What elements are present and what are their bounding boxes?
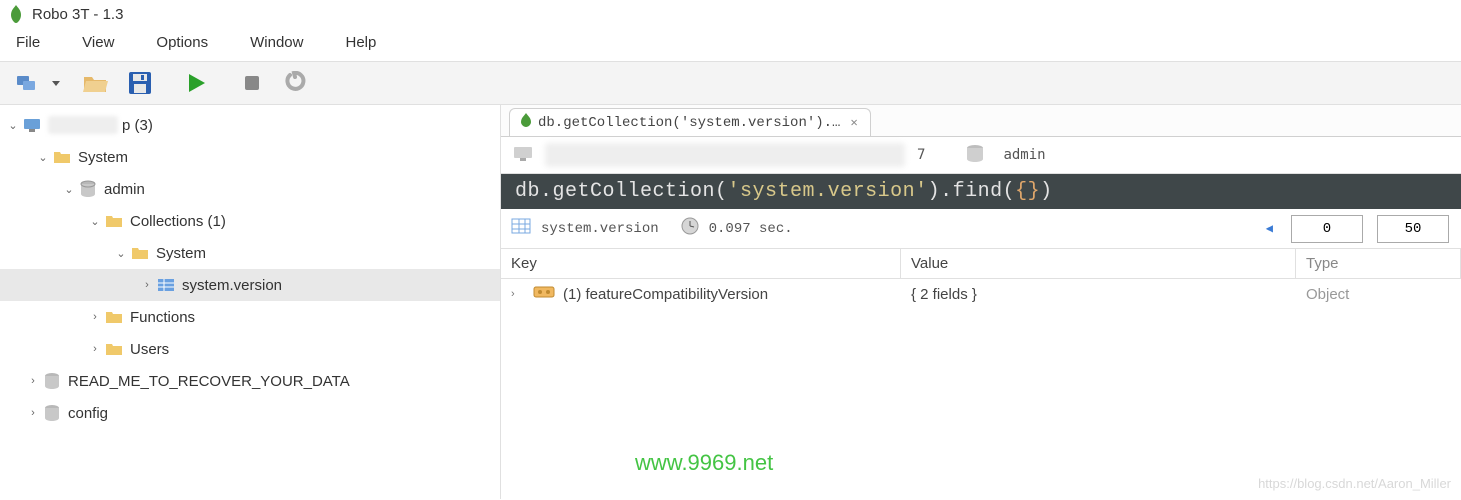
folder-icon	[130, 243, 150, 263]
connect-dropdown-icon[interactable]	[52, 81, 60, 86]
tree-node-collections[interactable]: ⌄ Collections (1)	[0, 205, 500, 237]
tree-node-users[interactable]: › Users	[0, 333, 500, 365]
folder-icon	[104, 339, 124, 359]
menu-bar: File View Options Window Help	[0, 28, 1461, 61]
tree-label: system.version	[182, 277, 282, 294]
query-bar[interactable]: db.getCollection('system.version').find(…	[501, 174, 1461, 209]
tree-node-system-inner[interactable]: ⌄ System	[0, 237, 500, 269]
toolbar	[0, 61, 1461, 105]
chevron-down-icon[interactable]: ⌄	[86, 212, 104, 230]
redacted-host-wide	[545, 143, 905, 167]
page-start-input[interactable]	[1291, 215, 1363, 243]
header-value: Value	[901, 249, 1296, 278]
tree-label: Collections (1)	[130, 213, 226, 230]
page-size-input[interactable]	[1377, 215, 1449, 243]
query-text: ).find(	[928, 180, 1016, 203]
host-small-icon	[513, 146, 533, 165]
collection-icon	[156, 275, 176, 295]
tree-node-readme-db[interactable]: › READ_ME_TO_RECOVER_YOUR_DATA	[0, 365, 500, 397]
content-panel: db.getCollection('system.version').… ✕ 7…	[500, 105, 1461, 499]
tree-node-admin[interactable]: ⌄ admin	[0, 173, 500, 205]
chevron-right-icon[interactable]: ›	[86, 340, 104, 358]
chevron-down-icon[interactable]: ⌄	[112, 244, 130, 262]
tree-node-system[interactable]: ⌄ System	[0, 141, 500, 173]
info-collection: system.version	[541, 221, 659, 237]
app-icon	[6, 4, 26, 24]
query-braces: {}	[1015, 180, 1040, 203]
header-key: Key	[501, 249, 901, 278]
query-arg: 'system.version'	[728, 180, 928, 203]
chevron-down-icon[interactable]: ⌄	[60, 180, 78, 198]
menu-file[interactable]: File	[10, 32, 46, 53]
titlebar: Robo 3T - 1.3	[0, 0, 1461, 28]
object-icon	[533, 285, 555, 303]
rotate-button[interactable]	[276, 65, 316, 101]
chevron-right-icon[interactable]: ›	[24, 372, 42, 390]
tree-label: System	[78, 149, 128, 166]
folder-icon	[104, 211, 124, 231]
leaf-icon	[520, 113, 532, 132]
context-digit: 7	[917, 147, 925, 163]
tree-label: System	[156, 245, 206, 262]
connection-label: p (3)	[122, 117, 153, 134]
run-button[interactable]	[176, 65, 216, 101]
stop-button[interactable]	[232, 65, 272, 101]
chevron-down-icon[interactable]: ⌄	[34, 148, 52, 166]
tab-bar: db.getCollection('system.version').… ✕	[501, 105, 1461, 137]
tree-label: Users	[130, 341, 169, 358]
host-icon	[22, 115, 42, 135]
menu-options[interactable]: Options	[150, 32, 214, 53]
prev-page-icon[interactable]: ◀	[1260, 221, 1279, 236]
result-info-row: system.version 0.097 sec. ◀	[501, 209, 1461, 249]
grid-icon	[511, 218, 531, 239]
menu-window[interactable]: Window	[244, 32, 309, 53]
tree-label: Functions	[130, 309, 195, 326]
chevron-right-icon[interactable]: ›	[511, 288, 525, 300]
tree-node-system-version[interactable]: › system.version	[0, 269, 500, 301]
result-row[interactable]: › (1) featureCompatibilityVersion { 2 fi…	[501, 279, 1461, 309]
database-icon	[78, 179, 98, 199]
row-key: (1) featureCompatibilityVersion	[563, 286, 768, 303]
chevron-down-icon[interactable]: ⌄	[4, 116, 22, 134]
header-type: Type	[1296, 249, 1461, 278]
window-title: Robo 3T - 1.3	[32, 6, 123, 23]
database-icon	[42, 403, 62, 423]
save-button[interactable]	[120, 65, 160, 101]
info-time: 0.097 sec.	[709, 221, 793, 237]
context-row: 7 admin	[501, 137, 1461, 174]
folder-icon	[104, 307, 124, 327]
query-text: )	[1040, 180, 1053, 203]
menu-help[interactable]: Help	[339, 32, 382, 53]
tree-label: READ_ME_TO_RECOVER_YOUR_DATA	[68, 373, 350, 390]
tree-connection[interactable]: ⌄ p (3)	[0, 109, 500, 141]
tab-query[interactable]: db.getCollection('system.version').… ✕	[509, 108, 871, 136]
close-icon[interactable]: ✕	[850, 115, 857, 130]
folder-icon	[52, 147, 72, 167]
context-db: admin	[1003, 147, 1045, 163]
tree-panel: ⌄ p (3) ⌄ System ⌄ admin ⌄ Collections (…	[0, 105, 500, 499]
chevron-right-icon[interactable]: ›	[138, 276, 156, 294]
tree-node-functions[interactable]: › Functions	[0, 301, 500, 333]
open-button[interactable]	[76, 65, 116, 101]
result-header: Key Value Type	[501, 249, 1461, 279]
tree-label: config	[68, 405, 108, 422]
row-value: { 2 fields }	[911, 286, 977, 303]
clock-icon	[681, 217, 699, 240]
tree-node-config[interactable]: › config	[0, 397, 500, 429]
tab-label: db.getCollection('system.version').…	[538, 115, 840, 131]
chevron-right-icon[interactable]: ›	[24, 404, 42, 422]
menu-view[interactable]: View	[76, 32, 120, 53]
connect-button[interactable]	[6, 65, 46, 101]
query-text: db.getCollection(	[515, 180, 728, 203]
chevron-right-icon[interactable]: ›	[86, 308, 104, 326]
database-icon	[42, 371, 62, 391]
row-type: Object	[1306, 286, 1349, 303]
redacted-host	[48, 116, 118, 134]
tree-label: admin	[104, 181, 145, 198]
watermark-text: www.9969.net	[635, 450, 773, 476]
watermark-source: https://blog.csdn.net/Aaron_Miller	[1258, 476, 1451, 491]
database-icon	[965, 144, 985, 167]
